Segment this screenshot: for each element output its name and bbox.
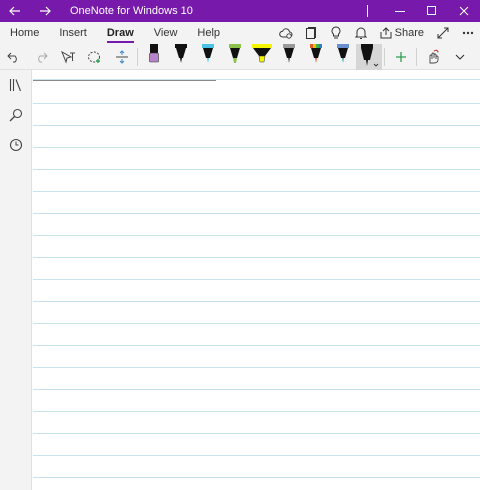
tab-draw[interactable]: Draw xyxy=(97,22,144,44)
expand-icon xyxy=(437,27,448,39)
highlighter-yellow[interactable] xyxy=(248,43,275,70)
rainbow-pen-icon xyxy=(309,43,322,63)
page-title-line[interactable] xyxy=(33,80,216,81)
close-icon xyxy=(459,6,469,16)
minimize-button[interactable] xyxy=(384,0,416,22)
ellipsis-icon xyxy=(462,31,473,35)
pages-icon xyxy=(306,26,317,39)
share-label: Share xyxy=(394,27,424,39)
library-icon xyxy=(9,79,22,92)
tab-view[interactable]: View xyxy=(144,22,188,44)
pen-black[interactable] xyxy=(167,43,194,70)
pen-green[interactable] xyxy=(221,43,248,70)
toolbar-separator xyxy=(137,47,138,66)
notebooks-nav-button[interactable] xyxy=(0,70,32,100)
forward-button[interactable] xyxy=(30,0,60,22)
sync-button[interactable] xyxy=(274,22,299,44)
arrow-left-icon xyxy=(9,6,20,16)
add-pen-button[interactable] xyxy=(387,44,414,70)
add-space-button[interactable] xyxy=(108,44,135,70)
restore-divider-button[interactable] xyxy=(352,0,384,22)
insert-space-icon xyxy=(115,49,128,64)
full-screen-button[interactable] xyxy=(430,22,455,44)
draw-with-touch-button[interactable] xyxy=(419,44,446,70)
toolbar-separator xyxy=(416,47,417,66)
pen-black-selected[interactable] xyxy=(356,43,382,70)
green-highlighter-icon xyxy=(228,43,241,63)
recent-notes-nav-button[interactable] xyxy=(0,130,32,160)
share-icon xyxy=(380,27,392,39)
cloud-sync-icon xyxy=(279,28,293,39)
undo-icon xyxy=(6,52,17,62)
draw-toolbar xyxy=(0,43,480,70)
lightbulb-icon xyxy=(331,26,341,39)
search-nav-button[interactable] xyxy=(0,100,32,130)
touch-draw-icon xyxy=(429,49,439,63)
minimize-icon xyxy=(395,11,405,12)
undo-button[interactable] xyxy=(0,44,27,70)
bell-icon xyxy=(355,27,368,39)
notifications-button[interactable] xyxy=(349,22,374,44)
pen-ocean[interactable] xyxy=(329,43,356,70)
divider-icon xyxy=(367,5,368,17)
ribbon-expand-button[interactable] xyxy=(446,44,473,70)
maximize-icon xyxy=(427,6,436,15)
light-blue-pen-icon xyxy=(201,43,214,63)
search-icon xyxy=(9,108,23,122)
tips-button[interactable] xyxy=(324,22,349,44)
galaxy-pen-icon xyxy=(282,43,295,63)
redo-icon xyxy=(37,52,48,62)
arrow-right-icon xyxy=(40,6,51,16)
toolbar-separator xyxy=(384,47,385,66)
black-pen-icon xyxy=(174,43,187,63)
pen-light-blue[interactable] xyxy=(194,43,221,70)
chevron-down-icon xyxy=(455,54,464,60)
navigation-rail xyxy=(0,70,32,490)
title-bar: OneNote for Windows 10 xyxy=(0,0,480,22)
select-text-button[interactable] xyxy=(54,44,81,70)
back-button[interactable] xyxy=(0,0,30,22)
pen-rainbow[interactable] xyxy=(302,43,329,70)
lasso-select-button[interactable] xyxy=(81,44,108,70)
yellow-highlighter-icon xyxy=(251,43,272,62)
maximize-button[interactable] xyxy=(416,0,448,22)
tab-home[interactable]: Home xyxy=(0,22,49,44)
share-button[interactable]: Share xyxy=(374,22,430,44)
ribbon-tabs: Home Insert Draw View Help Share xyxy=(0,22,480,44)
pen-galaxy[interactable] xyxy=(275,43,302,70)
redo-button[interactable] xyxy=(27,44,54,70)
plus-icon xyxy=(395,51,406,62)
ocean-pen-icon xyxy=(336,43,349,63)
more-options-button[interactable] xyxy=(455,22,480,44)
notebooks-button[interactable] xyxy=(299,22,324,44)
select-text-icon xyxy=(60,50,75,64)
pen-purple[interactable] xyxy=(140,43,167,70)
close-button[interactable] xyxy=(448,0,480,22)
note-canvas[interactable] xyxy=(33,70,480,490)
lasso-icon xyxy=(87,51,100,63)
black-pen-selected-icon xyxy=(361,43,379,67)
tab-help[interactable]: Help xyxy=(187,22,230,44)
tab-insert[interactable]: Insert xyxy=(49,22,97,44)
clock-icon xyxy=(9,138,23,152)
purple-pen-icon xyxy=(148,43,159,62)
window-title: OneNote for Windows 10 xyxy=(70,5,193,17)
